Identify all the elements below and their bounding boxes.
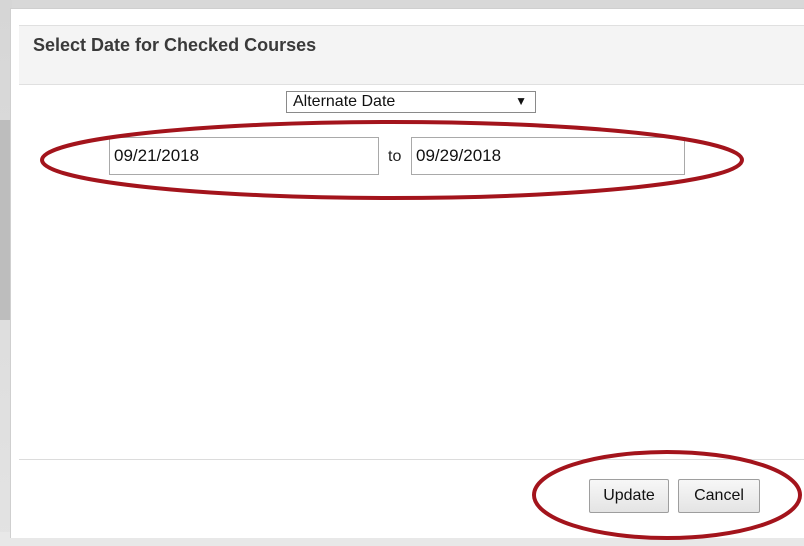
cancel-button[interactable]: Cancel xyxy=(678,479,760,513)
to-label: to xyxy=(388,148,402,165)
dialog-title: Select Date for Checked Courses xyxy=(33,35,317,55)
to-date-input[interactable] xyxy=(411,137,685,175)
date-dialog: Select Date for Checked Courses Alternat… xyxy=(10,8,804,538)
date-type-select[interactable]: Alternate Date ▼ xyxy=(286,91,536,113)
background-page-bar xyxy=(0,120,10,320)
update-button[interactable]: Update xyxy=(589,479,669,513)
date-type-select-value: Alternate Date xyxy=(293,93,396,110)
screenshot-stage: Select Date for Checked Courses Alternat… xyxy=(0,0,804,546)
dropdown-arrow-icon: ▼ xyxy=(515,94,527,108)
footer-divider xyxy=(19,459,804,460)
from-date-input[interactable] xyxy=(109,137,379,175)
